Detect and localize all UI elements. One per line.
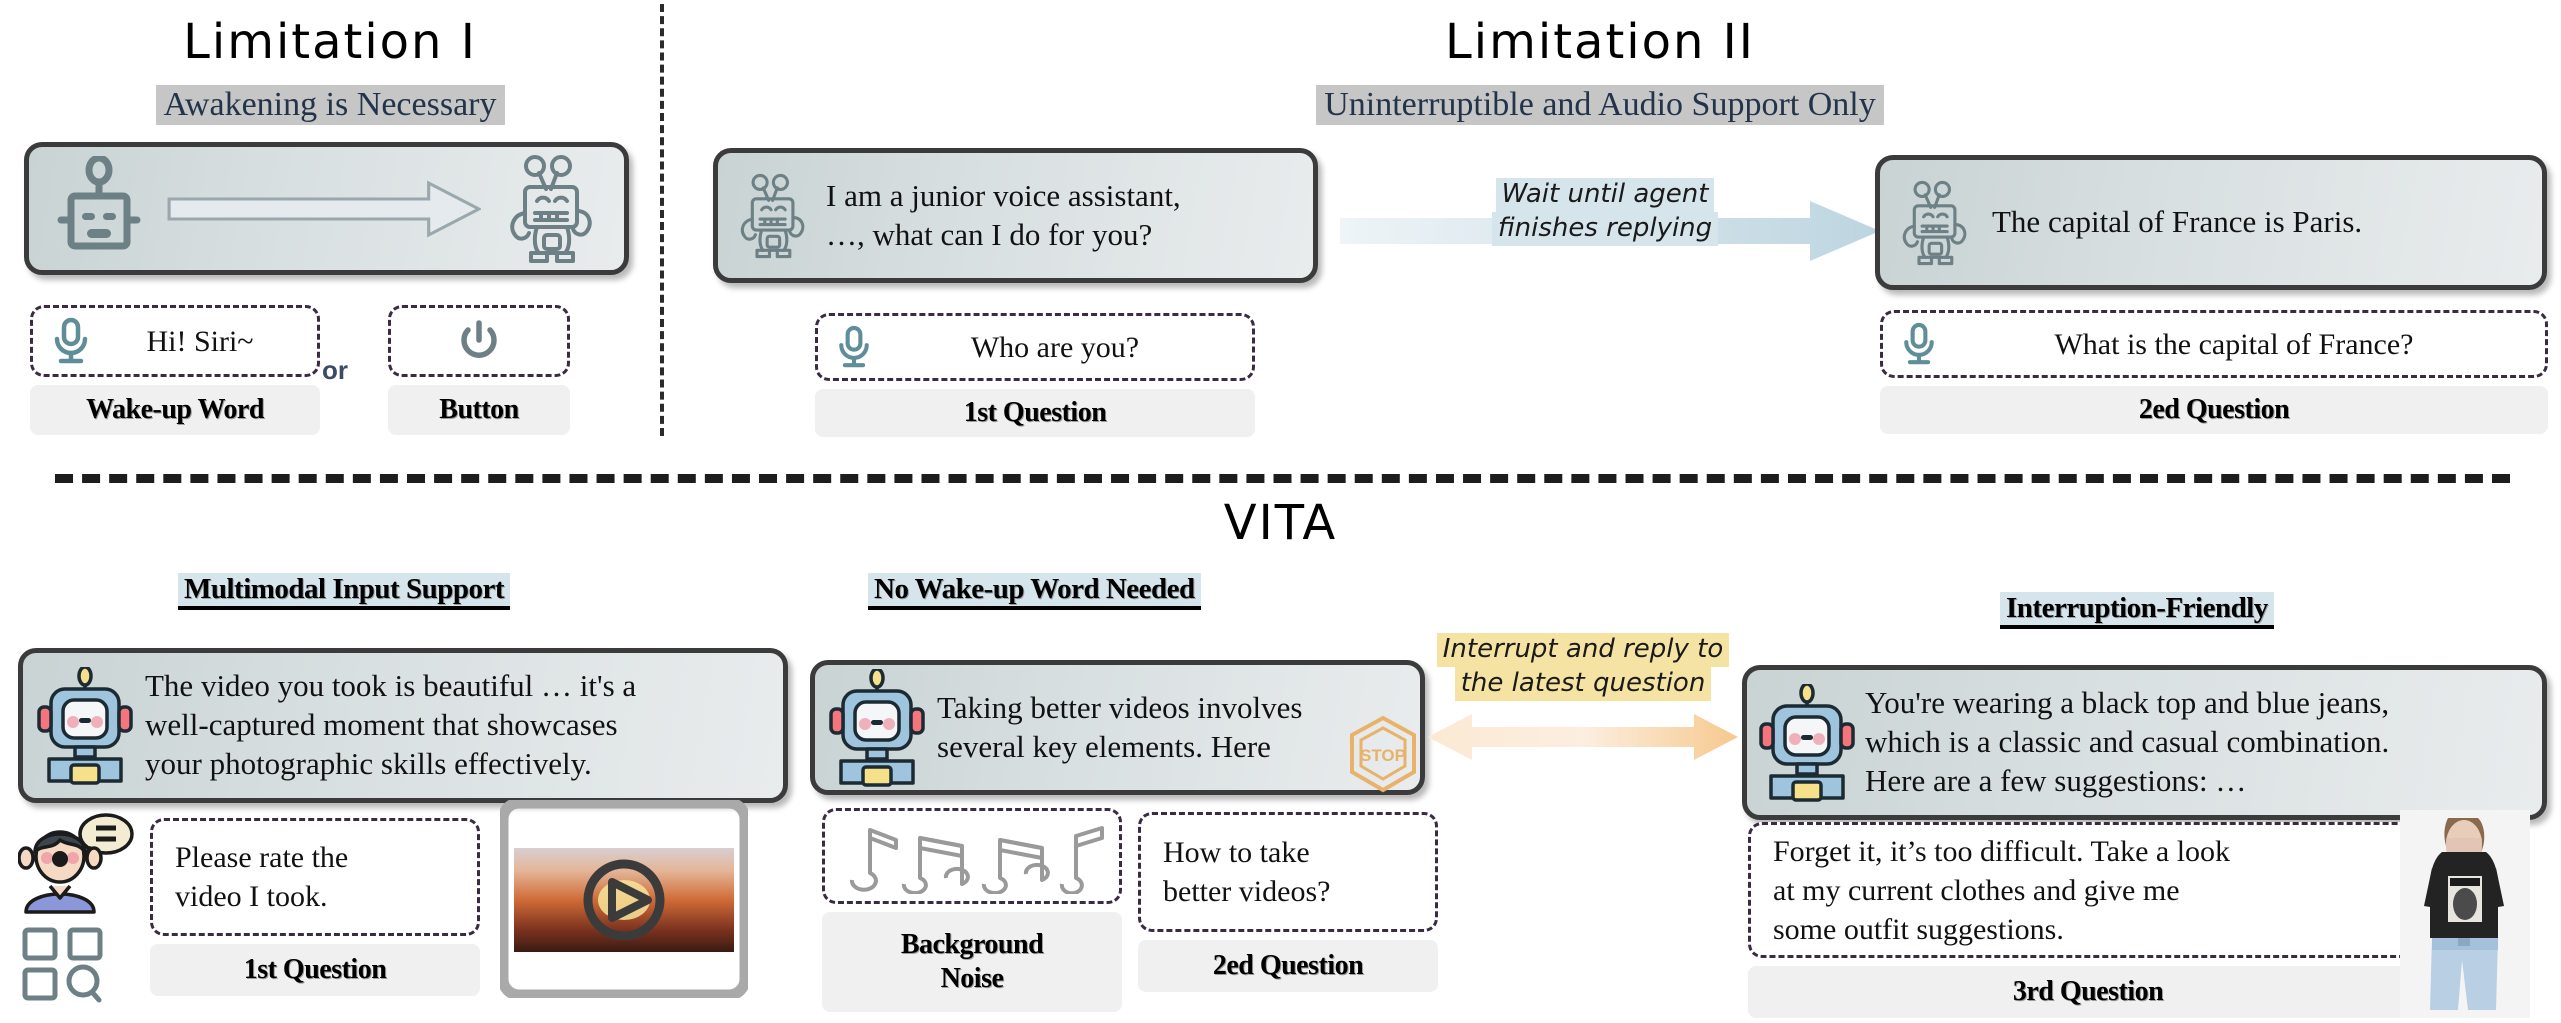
- robot-awake-icon: [1894, 177, 1976, 269]
- q-line-2: better videos?: [1163, 875, 1331, 908]
- interrupt-arrow-note-line2: the latest question: [1454, 666, 1712, 701]
- agent-bubble-junior-assistant-text: I am a junior voice assistant, …, what c…: [826, 177, 1181, 255]
- bubble-line-3: your photographic skills effectively.: [145, 745, 592, 781]
- section-separator: [55, 474, 2510, 483]
- question1-text: Who are you?: [970, 330, 1140, 364]
- vita-bubble-better-videos: Taking better videos involves several ke…: [810, 660, 1425, 795]
- vita-bubble-video-beautiful: The video you took is beautiful … it's a…: [18, 648, 788, 803]
- robot-awake-icon: [732, 170, 814, 262]
- bubble-line-2: several key elements. Here: [937, 728, 1271, 764]
- vita-question2-caption: 2ed Question: [1138, 940, 1438, 992]
- wakeup-word-caption: Wake-up Word: [30, 385, 320, 435]
- agent-bubble-paris-text: The capital of France is Paris.: [1992, 204, 2363, 240]
- robot-avatar-icon: [827, 668, 927, 787]
- background-noise-caption-line1: Background: [900, 929, 1044, 961]
- wait-arrow-note-line1: Wait until agent: [1495, 178, 1715, 212]
- bubble-line-2: …, what can I do for you?: [826, 216, 1153, 252]
- q-line-1: Please rate the: [175, 841, 349, 874]
- background-noise-caption-line2: Noise: [940, 963, 1004, 994]
- video-thumbnail[interactable]: [500, 800, 748, 998]
- background-noise-caption: Background Noise: [822, 912, 1122, 1012]
- user-speaking-avatar-icon: [18, 812, 136, 917]
- vita-question2-text: How to take better videos?: [1163, 833, 1330, 911]
- wait-arrow-note-line2: finishes replying: [1491, 211, 1719, 246]
- q-line-3: some outfit suggestions.: [1773, 912, 2064, 946]
- bubble-line-1: Taking better videos involves: [937, 689, 1303, 725]
- agent-bubble-junior-assistant: I am a junior voice assistant, …, what c…: [713, 148, 1318, 283]
- vita-bubble-outfit: You're wearing a black top and blue jean…: [1742, 665, 2547, 820]
- right-arrow-icon: [149, 179, 499, 239]
- bubble-line-3: Here are a few suggestions: …: [1865, 762, 2247, 798]
- power-button-box[interactable]: [388, 305, 570, 377]
- interrupt-arrow-note: Interrupt and reply to the latest questi…: [1418, 633, 1748, 701]
- vita-heading-nowakeup-text: No Wake-up Word Needed: [868, 573, 1201, 606]
- wakeup-word-text: Hi! Siri~: [146, 324, 254, 358]
- robot-sleeping-icon: [49, 156, 149, 261]
- double-headed-arrow-icon: [1428, 712, 1738, 762]
- vita-question3-box[interactable]: Forget it, it’s too difficult. Take a lo…: [1748, 822, 2428, 958]
- power-button-icon: [455, 317, 503, 365]
- vita-question3-caption: 3rd Question: [1748, 966, 2428, 1018]
- wakeup-word-box[interactable]: Hi! Siri~: [30, 305, 320, 377]
- limitation2-title: Limitation II: [1445, 14, 1755, 70]
- vita-title: VITA: [1223, 495, 1338, 551]
- question2-text: What is the capital of France?: [2054, 327, 2414, 361]
- microphone-icon: [1899, 320, 1939, 368]
- bubble-line-2: which is a classic and casual combinatio…: [1865, 724, 2390, 760]
- vita-bubble-better-videos-text: Taking better videos involves several ke…: [937, 689, 1302, 767]
- robot-awake-icon: [499, 153, 604, 265]
- q-line-2: video I took.: [175, 880, 328, 913]
- question2-box[interactable]: What is the capital of France?: [1880, 310, 2548, 378]
- bubble-line-1: The video you took is beautiful … it's a: [145, 668, 637, 704]
- limitation1-subtitle: Awakening is Necessary: [0, 85, 660, 125]
- limitation2-subtitle-text: Uninterruptible and Audio Support Only: [1316, 85, 1884, 125]
- limitation1-subtitle-text: Awakening is Necessary: [155, 85, 505, 125]
- vita-heading-nowakeup: No Wake-up Word Needed: [868, 573, 1201, 610]
- q-line-2: at my current clothes and give me: [1773, 873, 2180, 907]
- robot-avatar-icon: [1757, 683, 1857, 802]
- bubble-line-2: well-captured moment that showcases: [145, 707, 618, 743]
- music-notes-icon: [834, 818, 1110, 894]
- stop-sign-icon: STOP: [1340, 712, 1426, 798]
- stop-sign-label: STOP: [1360, 746, 1406, 765]
- or-label: or: [322, 355, 348, 385]
- vita-heading-multimodal: Multimodal Input Support: [178, 573, 510, 610]
- vita-bubble-video-beautiful-text: The video you took is beautiful … it's a…: [145, 667, 636, 783]
- vita-heading-interruption-text: Interruption-Friendly: [2000, 592, 2274, 625]
- vita-question1-box[interactable]: Please rate the video I took.: [150, 818, 480, 936]
- vita-question1-text: Please rate the video I took.: [175, 838, 348, 916]
- power-button-caption: Button: [388, 385, 570, 435]
- question2-caption: 2ed Question: [1880, 386, 2548, 434]
- bubble-line-1: You're wearing a black top and blue jean…: [1865, 685, 2390, 721]
- agent-bubble-paris: The capital of France is Paris.: [1875, 155, 2547, 290]
- q-line-1: Forget it, it’s too difficult. Take a lo…: [1773, 834, 2231, 868]
- vita-bubble-outfit-text: You're wearing a black top and blue jean…: [1865, 684, 2389, 800]
- vita-question2-box[interactable]: How to take better videos?: [1138, 812, 1438, 932]
- bubble-line-1: I am a junior voice assistant,: [826, 177, 1181, 213]
- interrupt-arrow-note-line1: Interrupt and reply to: [1436, 633, 1730, 667]
- awakening-panel: [24, 142, 629, 275]
- robot-avatar-icon: [35, 666, 135, 785]
- person-photo-icon: [2400, 810, 2530, 1018]
- vita-heading-interruption: Interruption-Friendly: [2000, 592, 2274, 629]
- wait-arrow-note: Wait until agent finishes replying: [1455, 178, 1755, 246]
- question1-caption: 1st Question: [815, 389, 1255, 437]
- limitation1-title: Limitation I: [183, 14, 477, 70]
- vertical-divider: [660, 4, 664, 436]
- microphone-icon: [834, 323, 874, 371]
- q-line-1: How to take: [1163, 836, 1310, 869]
- vita-question3-text: Forget it, it’s too difficult. Take a lo…: [1773, 832, 2230, 949]
- vita-heading-multimodal-text: Multimodal Input Support: [178, 573, 510, 606]
- background-noise-box: [822, 808, 1122, 904]
- microphone-icon: [49, 315, 93, 367]
- vita-question1-caption: 1st Question: [150, 944, 480, 996]
- question1-box[interactable]: Who are you?: [815, 313, 1255, 381]
- limitation2-subtitle: Uninterruptible and Audio Support Only: [1190, 85, 2010, 125]
- qr-scan-icon[interactable]: [20, 925, 106, 1003]
